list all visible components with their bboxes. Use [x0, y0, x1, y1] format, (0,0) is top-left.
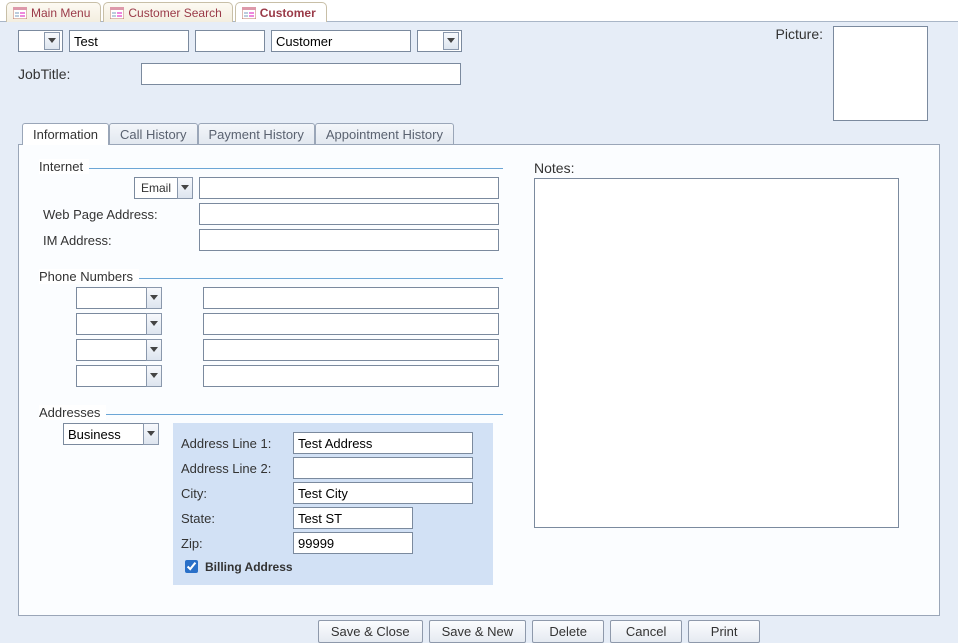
email-type-label: Email	[134, 177, 177, 199]
billing-label: Billing Address	[205, 560, 293, 574]
billing-checkbox[interactable]	[185, 560, 198, 573]
button-label: Cancel	[626, 624, 666, 639]
addr-city-input[interactable]	[293, 482, 473, 504]
dropdown-arrow-icon[interactable]	[443, 32, 459, 50]
tab-label: Call History	[120, 127, 186, 142]
form-icon	[242, 7, 256, 19]
window-tab-main-menu[interactable]: Main Menu	[6, 2, 101, 22]
addr-state-label: State:	[181, 511, 287, 526]
phone-type-dropdown[interactable]	[146, 313, 162, 335]
group-legend: Addresses	[39, 405, 106, 420]
picture-label: Picture:	[776, 26, 823, 42]
detail-tabstrip: Information Call History Payment History…	[18, 120, 940, 144]
group-legend: Phone Numbers	[39, 269, 139, 284]
cancel-button[interactable]: Cancel	[610, 620, 682, 643]
group-internet: Internet Email Web Page Address:	[39, 159, 503, 259]
email-input[interactable]	[199, 177, 499, 199]
email-type-dropdown[interactable]	[177, 177, 193, 199]
group-phones: Phone Numbers	[39, 269, 503, 395]
addr-state-input[interactable]	[293, 507, 413, 529]
tab-appointment-history[interactable]: Appointment History	[315, 123, 454, 145]
phone-type-dropdown[interactable]	[146, 365, 162, 387]
jobtitle-input[interactable]	[141, 63, 461, 85]
form-icon	[110, 7, 124, 19]
window-tab-customer[interactable]: Customer	[235, 2, 327, 22]
middle-name-input[interactable]	[195, 30, 265, 52]
address-panel: Address Line 1: Address Line 2: City:	[173, 423, 493, 585]
button-label: Print	[711, 624, 738, 639]
tab-information[interactable]: Information	[22, 123, 109, 145]
addr-line1-label: Address Line 1:	[181, 436, 287, 451]
im-input[interactable]	[199, 229, 499, 251]
window-tab-label: Customer Search	[128, 6, 221, 20]
phone-number-input[interactable]	[203, 287, 499, 309]
window-tab-customer-search[interactable]: Customer Search	[103, 2, 232, 22]
phone-type-input[interactable]	[76, 339, 146, 361]
notes-textarea[interactable]	[534, 178, 899, 528]
phone-number-input[interactable]	[203, 339, 499, 361]
window-tabs: Main Menu Customer Search Customer	[0, 0, 958, 22]
form-icon	[13, 7, 27, 19]
group-addresses: Addresses Address Line 1:	[39, 405, 503, 589]
tab-label: Appointment History	[326, 127, 443, 142]
address-type-dropdown[interactable]	[143, 423, 159, 445]
delete-button[interactable]: Delete	[532, 620, 604, 643]
picture-frame[interactable]	[833, 26, 928, 121]
addr-line2-input[interactable]	[293, 457, 473, 479]
group-legend: Internet	[39, 159, 89, 174]
button-label: Save & Close	[331, 624, 410, 639]
print-button[interactable]: Print	[688, 620, 760, 643]
information-page: Internet Email Web Page Address:	[18, 144, 940, 616]
phone-type-dropdown[interactable]	[146, 287, 162, 309]
tab-label: Information	[33, 127, 98, 142]
button-bar: Save & Close Save & New Delete Cancel Pr…	[18, 620, 940, 643]
im-label: IM Address:	[43, 233, 193, 248]
addr-zip-label: Zip:	[181, 536, 287, 551]
window-tab-label: Customer	[260, 6, 316, 20]
save-close-button[interactable]: Save & Close	[318, 620, 423, 643]
save-new-button[interactable]: Save & New	[429, 620, 527, 643]
dropdown-arrow-icon[interactable]	[44, 32, 60, 50]
phone-number-input[interactable]	[203, 365, 499, 387]
notes-label: Notes:	[534, 160, 899, 176]
phone-type-input[interactable]	[76, 287, 146, 309]
addr-city-label: City:	[181, 486, 287, 501]
addr-zip-input[interactable]	[293, 532, 413, 554]
last-name-input[interactable]	[271, 30, 411, 52]
button-label: Delete	[549, 624, 587, 639]
phone-type-input[interactable]	[76, 313, 146, 335]
tab-label: Payment History	[209, 127, 304, 142]
address-type-input[interactable]	[63, 423, 143, 445]
window-tab-label: Main Menu	[31, 6, 90, 20]
suffix-combo[interactable]	[417, 30, 462, 52]
phone-type-dropdown[interactable]	[146, 339, 162, 361]
prefix-combo[interactable]	[18, 30, 63, 52]
first-name-input[interactable]	[69, 30, 189, 52]
web-input[interactable]	[199, 203, 499, 225]
addr-line1-input[interactable]	[293, 432, 473, 454]
addr-line2-label: Address Line 2:	[181, 461, 287, 476]
jobtitle-label: JobTitle:	[18, 66, 133, 82]
tab-payment-history[interactable]: Payment History	[198, 123, 315, 145]
button-label: Save & New	[442, 624, 514, 639]
web-label: Web Page Address:	[43, 207, 193, 222]
phone-type-input[interactable]	[76, 365, 146, 387]
tab-call-history[interactable]: Call History	[109, 123, 197, 145]
phone-number-input[interactable]	[203, 313, 499, 335]
